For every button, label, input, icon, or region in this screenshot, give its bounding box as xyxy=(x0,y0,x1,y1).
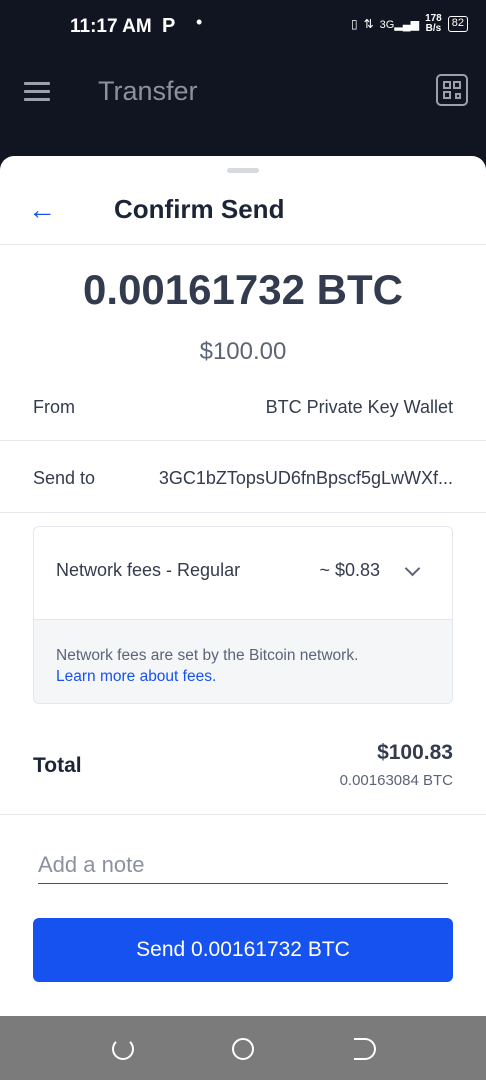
amount-fiat: $100.00 xyxy=(199,338,287,365)
chevron-down-icon[interactable] xyxy=(404,560,421,577)
battery-icon: 82 xyxy=(447,16,468,32)
amount-crypto: 0.00161732 BTC xyxy=(83,266,403,313)
network-fees-amount: ~ $0.83 xyxy=(319,560,380,580)
speed-unit: B/s xyxy=(425,23,442,34)
sheet-title: Confirm Send xyxy=(114,194,285,224)
total-fiat: $100.83 xyxy=(377,741,453,764)
hamburger-menu-icon[interactable] xyxy=(24,82,50,102)
total-crypto: 0.00163084 BTC xyxy=(339,772,453,789)
learn-more-fees-link[interactable]: Learn more about fees. xyxy=(56,668,216,685)
notification-dot: • xyxy=(196,12,203,32)
page-title: Transfer xyxy=(98,76,198,106)
send-to-label: Send to xyxy=(33,468,96,488)
data-transfer-icon: ⇅ xyxy=(363,17,374,31)
fees-info-text-block: Network fees are set by the Bitcoin netw… xyxy=(56,645,358,687)
drag-handle[interactable] xyxy=(227,168,259,173)
app-header: Transfer xyxy=(0,56,486,156)
divider xyxy=(0,244,486,245)
qr-scan-icon[interactable] xyxy=(436,74,468,106)
divider xyxy=(0,440,486,441)
divider xyxy=(0,814,486,815)
confirm-send-sheet: ← Confirm Send 0.00161732 BTC $100.00 Fr… xyxy=(0,156,486,1016)
back-icon[interactable] xyxy=(354,1038,376,1060)
vibrate-icon: ▯ xyxy=(350,17,358,31)
status-bar: 11:17 AM P • ▯ ⇅ 3G▂▄▆ 178 B/s 82 xyxy=(0,0,486,56)
carrier-icon: P xyxy=(162,15,176,37)
note-input[interactable] xyxy=(38,846,448,884)
recent-apps-icon[interactable] xyxy=(112,1038,134,1060)
from-label: From xyxy=(33,397,75,417)
network-fees-card: Network fees - Regular ~ $0.83 Network f… xyxy=(33,526,453,704)
send-to-address: 3GC1bZTopsUD6fnBpscf5gLwWXf... xyxy=(158,468,453,488)
network-type: 3G xyxy=(379,18,395,31)
home-icon[interactable] xyxy=(232,1038,254,1060)
send-button[interactable]: Send 0.00161732 BTC xyxy=(33,918,453,982)
divider xyxy=(0,512,486,513)
network-fees-selector[interactable]: Network fees - Regular ~ $0.83 xyxy=(34,527,452,619)
system-nav-bar xyxy=(0,1016,486,1080)
status-time: 11:17 AM xyxy=(70,16,152,37)
network-speed: 178 B/s xyxy=(425,14,442,34)
from-value: BTC Private Key Wallet xyxy=(265,397,453,417)
signal-icon: 3G▂▄▆ xyxy=(379,18,420,31)
total-label: Total xyxy=(33,754,82,777)
arrow-left-icon[interactable]: ← xyxy=(28,196,60,224)
fees-info-text: Network fees are set by the Bitcoin netw… xyxy=(56,647,359,664)
network-fees-label: Network fees - Regular xyxy=(56,560,241,580)
network-fees-info: Network fees are set by the Bitcoin netw… xyxy=(34,619,452,703)
status-indicators: ▯ ⇅ 3G▂▄▆ 178 B/s 82 xyxy=(351,14,468,34)
